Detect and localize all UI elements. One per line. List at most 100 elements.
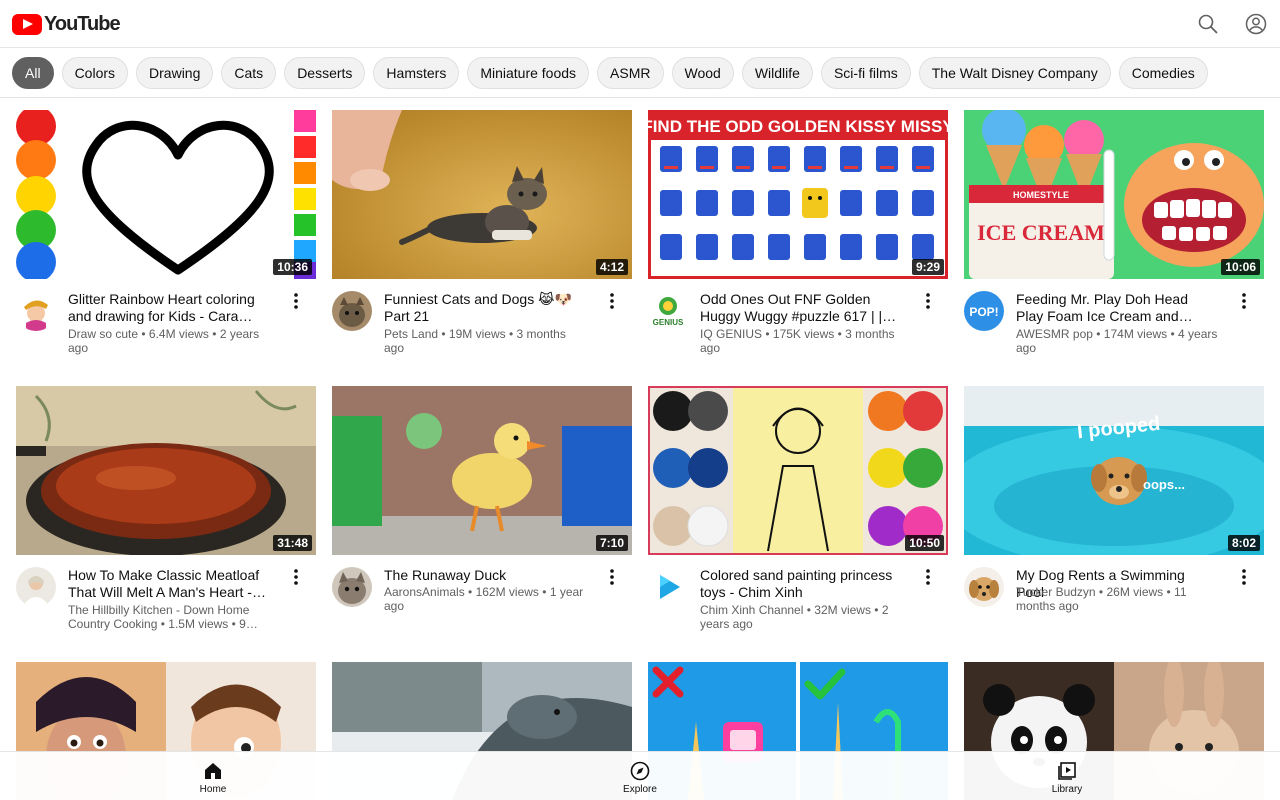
chip-all[interactable]: All (12, 57, 54, 89)
chip-hamsters[interactable]: Hamsters (373, 57, 460, 89)
nav-home[interactable]: Home (173, 761, 253, 795)
video-card[interactable]: HOMESTYLE ICE CREAM 10:06 POP! Feeding M… (964, 110, 1264, 379)
video-meta: Colored sand painting princess toys - Ch… (648, 555, 948, 655)
more-options-icon[interactable] (1234, 567, 1254, 587)
thumbnail-runaway-duck (332, 386, 632, 555)
video-title[interactable]: Odd Ones Out FNF Golden Huggy Wuggy #puz… (700, 291, 900, 325)
channel-name[interactable]: IQ GENIUS (700, 327, 762, 341)
pop-badge-text: POP! (969, 305, 998, 319)
video-card[interactable]: 10:50 Colored sand painting princess toy… (648, 386, 948, 655)
video-meta: My Dog Rents a Swimming Pool Tucker Budz… (964, 555, 1264, 655)
category-chip-bar: All Colors Drawing Cats Desserts Hamsters Mini… (0, 48, 1280, 98)
video-card[interactable]: 4:12 Funniest Cats and Dogs 😹🐶 Part 21 P… (332, 110, 632, 379)
video-stats: The Hillbilly Kitchen - Down Home Countr… (68, 603, 258, 631)
video-thumbnail[interactable]: FIND THE ODD GOLDEN KISSY MISSY 9:29 (648, 110, 948, 279)
more-options-icon[interactable] (286, 291, 306, 311)
search-icon[interactable] (1196, 12, 1220, 36)
view-count: 162M views (475, 585, 539, 599)
more-options-icon[interactable] (918, 291, 938, 311)
play-logo-icon (12, 13, 42, 35)
channel-name[interactable]: Tucker Budzyn (1016, 585, 1096, 599)
video-stats: Draw so cute • 6.4M views • 2 years ago (68, 327, 260, 355)
video-card[interactable]: 10:36 Glitter Rainbow Heart coloring and… (16, 110, 316, 379)
view-count: 6.4M views (148, 327, 209, 341)
thumbnail-sand-painting (648, 386, 948, 555)
video-meta: How To Make Classic Meatloaf That Will M… (16, 555, 316, 655)
channel-avatar[interactable] (648, 567, 688, 607)
more-options-icon[interactable] (602, 291, 622, 311)
video-duration: 8:02 (1227, 535, 1260, 551)
video-card[interactable]: FIND THE ODD GOLDEN KISSY MISSY 9:29 GEN… (648, 110, 948, 379)
chip-wood[interactable]: Wood (671, 57, 734, 89)
more-options-icon[interactable] (602, 567, 622, 587)
channel-name[interactable]: AWESMR pop (1016, 327, 1093, 341)
chip-cats[interactable]: Cats (221, 57, 277, 89)
thumbnail-meatloaf (16, 386, 316, 555)
genius-label: GENIUS (653, 318, 684, 327)
video-title[interactable]: Feeding Mr. Play Doh Head Play Foam Ice … (1016, 291, 1216, 325)
video-thumbnail[interactable]: 31:48 (16, 386, 316, 555)
thumbnail-dog-pool: I pooped oops... (964, 386, 1264, 555)
chip-walt-disney[interactable]: The Walt Disney Company (918, 57, 1111, 89)
video-title[interactable]: Colored sand painting princess toys - Ch… (700, 567, 900, 601)
chip-asmr[interactable]: ASMR (597, 57, 664, 89)
video-stats: AaronsAnimals • 162M views • 1 year ago (384, 585, 584, 613)
channel-avatar[interactable] (332, 291, 372, 331)
channel-avatar[interactable] (964, 567, 1004, 607)
video-title[interactable]: Funniest Cats and Dogs 😹🐶 Part 21 (384, 291, 584, 325)
youtube-logo[interactable]: YouTube (12, 13, 121, 35)
video-meta: POP! Feeding Mr. Play Doh Head Play Foam… (964, 279, 1264, 379)
video-title[interactable]: Glitter Rainbow Heart coloring and drawi… (68, 291, 268, 325)
more-options-icon[interactable] (286, 567, 306, 587)
video-title[interactable]: The Runaway Duck (384, 567, 584, 584)
compass-icon (630, 761, 650, 781)
video-thumbnail[interactable]: HOMESTYLE ICE CREAM 10:06 (964, 110, 1264, 279)
channel-name[interactable]: Draw so cute (68, 327, 138, 341)
video-card[interactable]: I pooped oops... 8:02 My Dog Rents a Swi… (964, 386, 1264, 655)
channel-avatar[interactable] (16, 567, 56, 607)
chip-sci-fi-films[interactable]: Sci-fi films (820, 57, 911, 89)
thumbnail-banner-text: FIND THE ODD GOLDEN KISSY MISSY (648, 117, 948, 136)
channel-avatar[interactable] (16, 291, 56, 331)
thumbnail-oops: oops... (1143, 477, 1185, 492)
video-thumbnail[interactable]: 7:10 (332, 386, 632, 555)
thumbnail-odd-one-out: FIND THE ODD GOLDEN KISSY MISSY (648, 110, 948, 279)
channel-name[interactable]: Pets Land (384, 327, 438, 341)
more-options-icon[interactable] (1234, 291, 1254, 311)
library-icon (1058, 762, 1076, 780)
video-stats: Tucker Budzyn • 26M views • 11 months ag… (1016, 585, 1187, 613)
video-meta: GENIUS Odd Ones Out FNF Golden Huggy Wug… (648, 279, 948, 379)
chip-wildlife[interactable]: Wildlife (741, 57, 813, 89)
channel-avatar[interactable]: GENIUS (648, 291, 688, 331)
channel-avatar[interactable]: POP! (964, 291, 1004, 331)
video-duration: 4:12 (595, 259, 628, 275)
view-count: 174M views (1103, 327, 1168, 341)
video-duration: 10:36 (273, 259, 312, 275)
chip-drawing[interactable]: Drawing (136, 57, 214, 89)
more-options-icon[interactable] (918, 567, 938, 587)
account-icon[interactable] (1244, 12, 1268, 36)
home-icon (205, 763, 221, 779)
nav-label-home: Home (199, 784, 227, 795)
video-thumbnail[interactable]: 4:12 (332, 110, 632, 279)
chip-miniature-foods[interactable]: Miniature foods (467, 57, 590, 89)
video-duration: 9:29 (911, 259, 944, 275)
video-card[interactable]: 31:48 How To Make Classic Meatloaf That … (16, 386, 316, 655)
video-title[interactable]: How To Make Classic Meatloaf That Will M… (68, 567, 268, 601)
channel-name[interactable]: AaronsAnimals (384, 585, 465, 599)
video-thumbnail[interactable]: 10:36 (16, 110, 316, 279)
video-meta: Glitter Rainbow Heart coloring and drawi… (16, 279, 316, 379)
video-thumbnail[interactable]: 10:50 (648, 386, 948, 555)
video-duration: 10:06 (1221, 259, 1260, 275)
chip-colors[interactable]: Colors (61, 57, 129, 89)
video-duration: 7:10 (595, 535, 628, 551)
chip-desserts[interactable]: Desserts (284, 57, 366, 89)
nav-library[interactable]: Library (1027, 761, 1107, 795)
channel-avatar[interactable] (332, 567, 372, 607)
nav-explore[interactable]: Explore (600, 761, 680, 795)
video-card[interactable]: 7:10 The Runaway Duck AaronsAnimals • 16… (332, 386, 632, 655)
video-stats: Chim Xinh Channel • 32M views • 2 years … (700, 603, 889, 631)
channel-name[interactable]: Chim Xinh Channel (700, 603, 803, 617)
video-thumbnail[interactable]: I pooped oops... 8:02 (964, 386, 1264, 555)
chip-comedies[interactable]: Comedies (1118, 57, 1208, 89)
